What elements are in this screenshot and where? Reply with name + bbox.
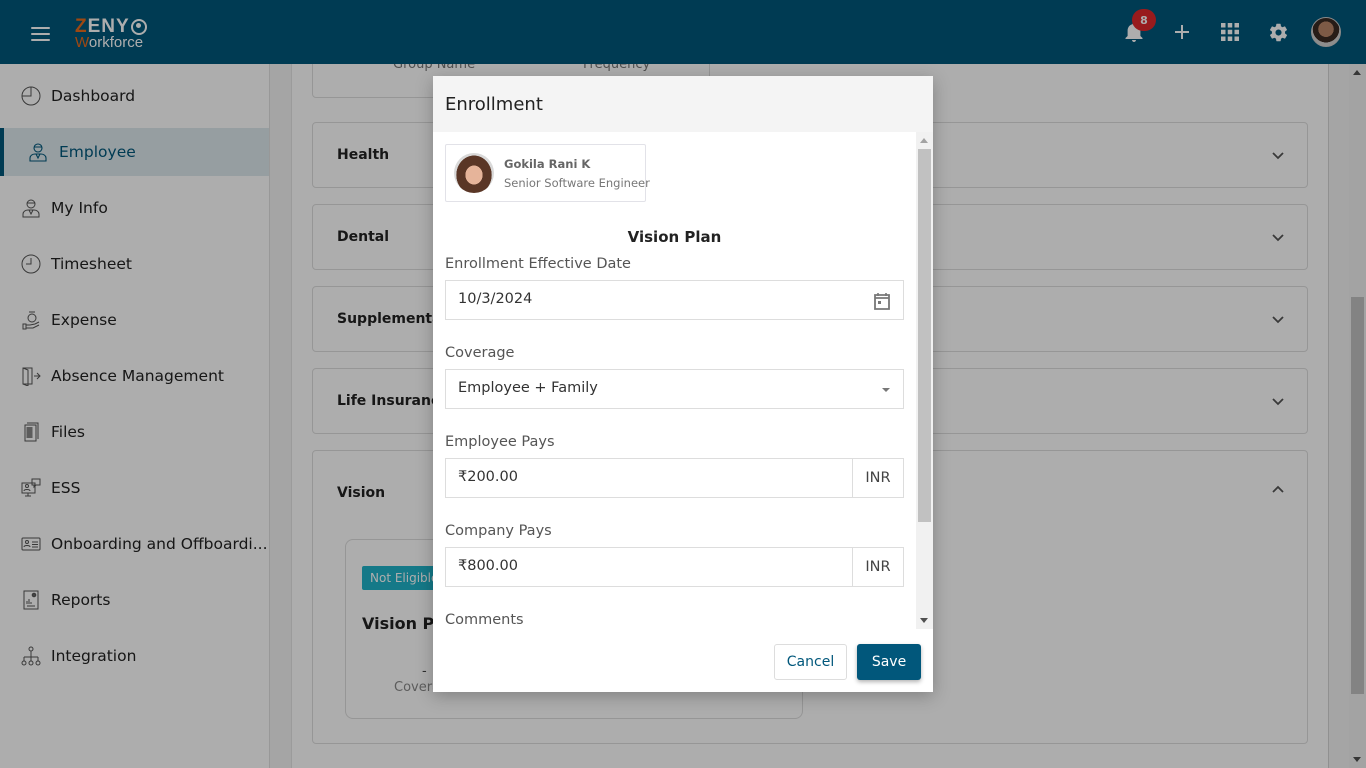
cancel-button[interactable]: Cancel [774, 644, 847, 680]
company-pays-value: ₹800.00 [458, 558, 518, 574]
employee-name: Gokila Rani K [504, 157, 591, 171]
scroll-down-arrow-icon[interactable] [920, 618, 928, 623]
effective-date-picker[interactable]: 10/3/2024 [445, 280, 904, 320]
company-pays-input[interactable]: ₹800.00 INR [445, 547, 904, 587]
dialog-header: Enrollment [433, 76, 933, 132]
save-button[interactable]: Save [857, 644, 921, 680]
dropdown-caret-icon[interactable] [882, 388, 890, 392]
coverage-select[interactable]: Employee + Family [445, 369, 904, 409]
dialog-scrollbar[interactable] [916, 132, 933, 629]
employee-card: Gokila Rani K Senior Software Engineer [445, 144, 650, 202]
currency-suffix: INR [852, 548, 903, 586]
effective-date-label: Enrollment Effective Date [445, 256, 631, 272]
effective-date-value: 10/3/2024 [458, 291, 533, 307]
employee-pays-input[interactable]: ₹200.00 INR [445, 458, 904, 498]
currency-suffix: INR [852, 459, 903, 497]
coverage-value: Employee + Family [458, 380, 598, 396]
company-pays-label: Company Pays [445, 523, 552, 539]
plan-section-title: Vision Plan [627, 228, 722, 246]
enrollment-dialog: Enrollment Gokila Rani K Senior Software… [433, 76, 933, 692]
employee-pays-label: Employee Pays [445, 434, 555, 450]
comments-label: Comments [445, 612, 524, 628]
employee-avatar [454, 153, 494, 193]
scroll-up-arrow-icon[interactable] [920, 138, 928, 143]
scrollbar-thumb[interactable] [918, 149, 931, 522]
dialog-title: Enrollment [445, 94, 543, 115]
dialog-body: Gokila Rani K Senior Software Engineer V… [433, 132, 933, 629]
employee-role: Senior Software Engineer [504, 176, 650, 190]
coverage-label: Coverage [445, 345, 515, 361]
employee-pays-value: ₹200.00 [458, 469, 518, 485]
calendar-icon[interactable] [873, 292, 891, 310]
